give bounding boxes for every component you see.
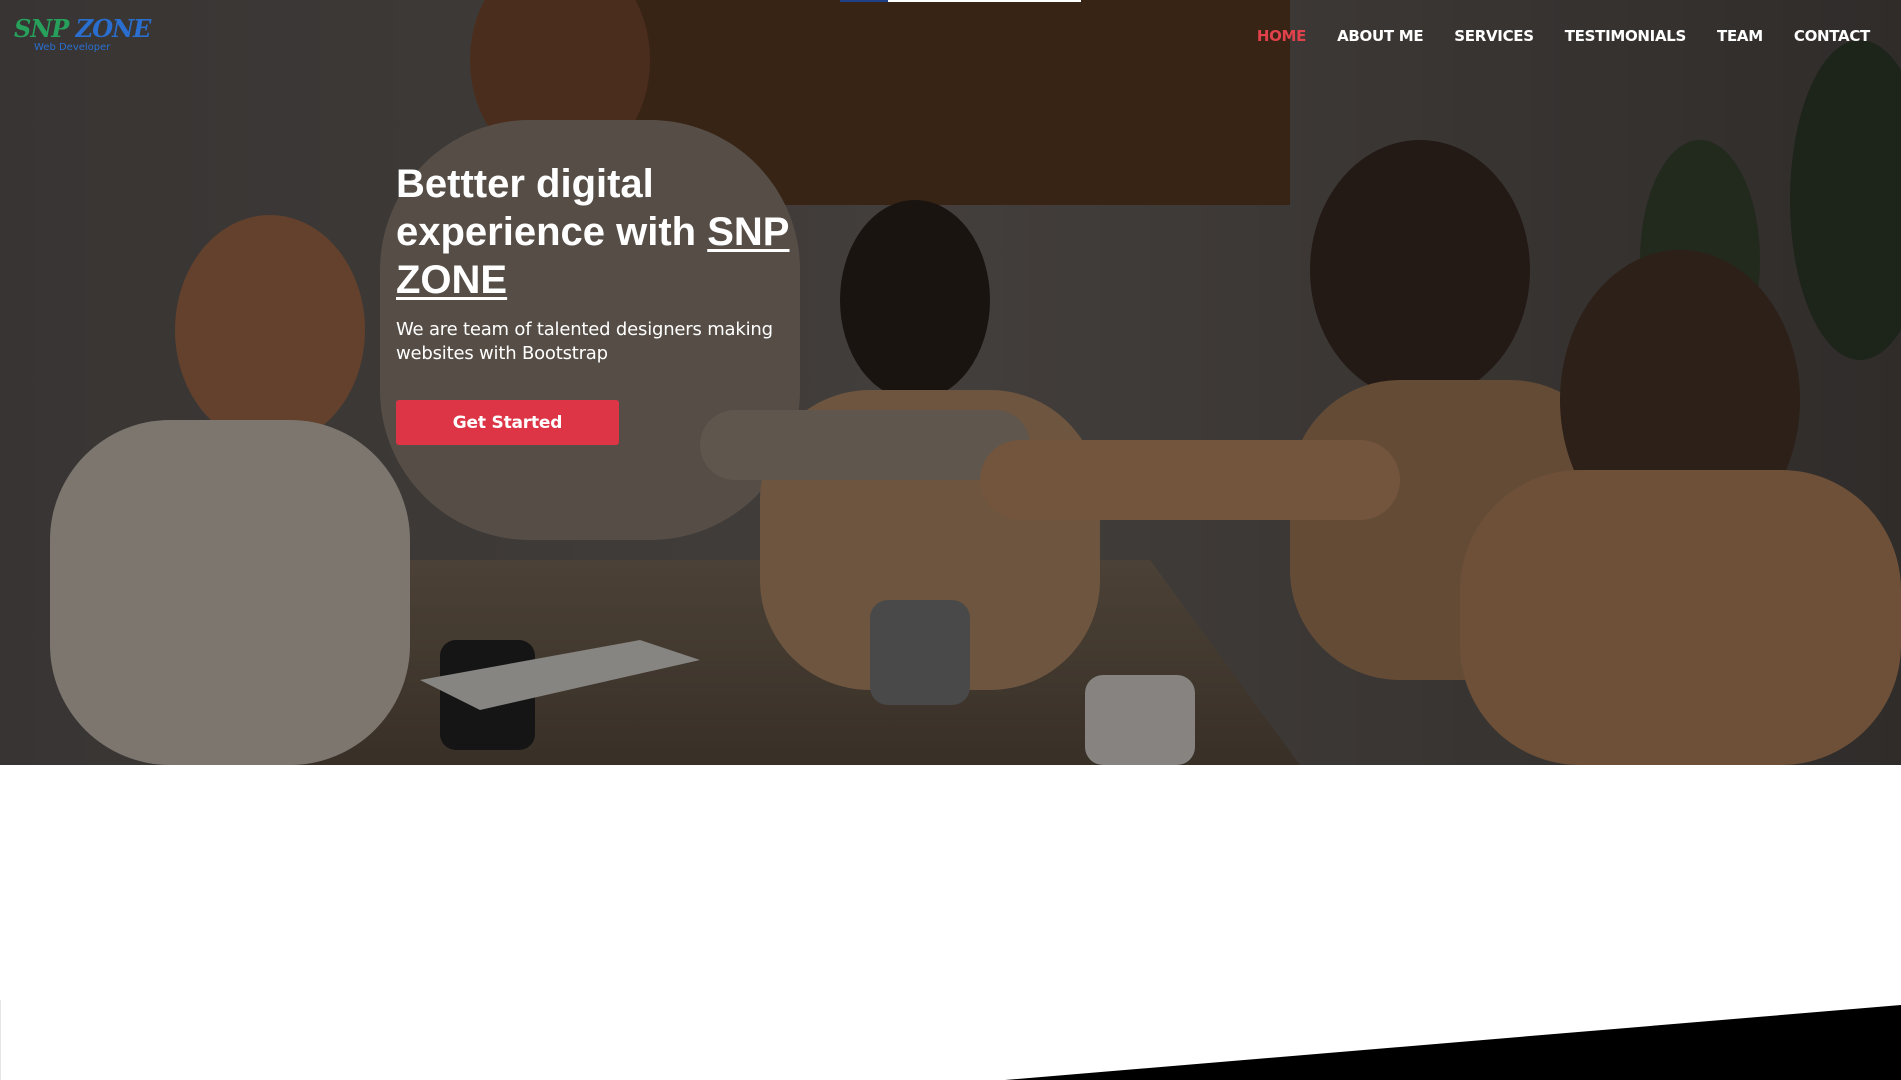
logo-wordmark: SNP ZONE xyxy=(14,14,152,44)
site-logo[interactable]: SNP ZONE Web Developer xyxy=(14,14,151,58)
nav-services[interactable]: SERVICES xyxy=(1454,24,1534,48)
hero-title-text: Bettter digital experience with xyxy=(396,162,708,254)
hero-dark-overlay xyxy=(0,0,1901,765)
nav-about-me[interactable]: ABOUT ME xyxy=(1337,24,1424,48)
scroll-progress-bar xyxy=(840,0,1081,2)
hero-title: Bettter digital experience with SNP ZONE xyxy=(396,160,826,304)
page: SNP ZONE Web Developer HOME ABOUT ME SER… xyxy=(0,0,1901,1080)
hero-section: SNP ZONE Web Developer HOME ABOUT ME SER… xyxy=(0,0,1901,765)
hero-content: Bettter digital experience with SNP ZONE… xyxy=(396,160,826,366)
scroll-progress-fill xyxy=(840,0,889,2)
logo-tagline: Web Developer xyxy=(34,42,111,53)
nav-home[interactable]: HOME xyxy=(1257,24,1307,48)
hero-subtitle: We are team of talented designers making… xyxy=(396,319,773,364)
main-nav: HOME ABOUT ME SERVICES TESTIMONIALS TEAM… xyxy=(1257,24,1870,48)
logo-text-part1: SNP xyxy=(14,14,76,43)
nav-testimonials[interactable]: TESTIMONIALS xyxy=(1565,24,1687,48)
bottom-slanted-shape xyxy=(0,1000,1901,1080)
nav-team[interactable]: TEAM xyxy=(1717,24,1763,48)
nav-contact[interactable]: CONTACT xyxy=(1794,24,1870,48)
logo-text-part2: ZONE xyxy=(75,14,152,43)
get-started-button[interactable]: Get Started xyxy=(396,400,619,445)
